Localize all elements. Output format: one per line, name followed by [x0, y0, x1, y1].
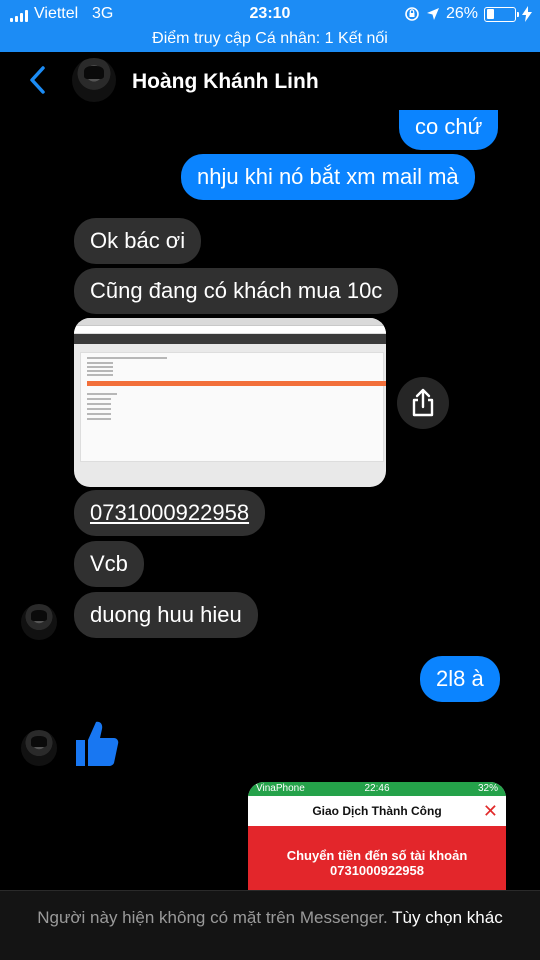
- receipt-account: 0731000922958: [330, 863, 424, 878]
- message-outgoing[interactable]: 2l8 à: [420, 656, 500, 702]
- message-incoming[interactable]: Cũng đang có khách mua 10c: [74, 268, 399, 314]
- message-outgoing[interactable]: nhju khi nó bắt xm mail mà: [181, 154, 475, 200]
- battery-icon: [484, 6, 519, 22]
- unavailable-notice: Người này hiện không có mặt trên Messeng…: [37, 908, 388, 927]
- charging-icon: [522, 6, 532, 22]
- contact-name[interactable]: Hoàng Khánh Linh: [132, 70, 319, 94]
- receipt-title: Giao Dịch Thành Công: [312, 804, 442, 818]
- message-incoming[interactable]: Vcb: [74, 541, 144, 587]
- receipt-time: 22:46: [364, 783, 390, 794]
- transfer-receipt-image[interactable]: VinaPhone 22:46 32% Giao Dịch Thành Công…: [248, 782, 506, 902]
- message-incoming[interactable]: duong huu hieu: [74, 592, 258, 638]
- message-incoming-account-number[interactable]: 0731000922958: [74, 490, 266, 536]
- receipt-battery: 32%: [477, 783, 498, 794]
- avatar[interactable]: [21, 604, 57, 640]
- avatar[interactable]: [72, 58, 116, 102]
- avatar[interactable]: [21, 730, 57, 766]
- hotspot-banner[interactable]: Điểm truy cập Cá nhân: 1 Kết nối: [0, 30, 540, 48]
- message-outgoing[interactable]: co chứ: [399, 110, 499, 150]
- chevron-left-icon[interactable]: [26, 64, 50, 96]
- more-options-link[interactable]: Tùy chọn khác: [392, 908, 503, 927]
- receipt-line: Chuyển tiền đến số tài khoản: [286, 848, 468, 863]
- orientation-lock-icon: [405, 7, 419, 21]
- chat-header: Hoàng Khánh Linh: [0, 52, 540, 110]
- location-icon: [426, 8, 439, 20]
- share-button[interactable]: [397, 377, 449, 429]
- message-incoming[interactable]: Ok bác ơi: [74, 218, 202, 264]
- unavailable-footer: Người này hiện không có mặt trên Messeng…: [0, 890, 540, 960]
- close-icon: ✕: [482, 801, 498, 821]
- battery-percent: 26%: [445, 5, 478, 22]
- thumbs-up-icon[interactable]: [72, 718, 120, 770]
- screenshot-attachment[interactable]: [74, 318, 386, 487]
- share-icon: [412, 388, 434, 417]
- status-bar: Viettel 3G 23:10 26% Điểm truy cập Cá nh…: [0, 0, 540, 52]
